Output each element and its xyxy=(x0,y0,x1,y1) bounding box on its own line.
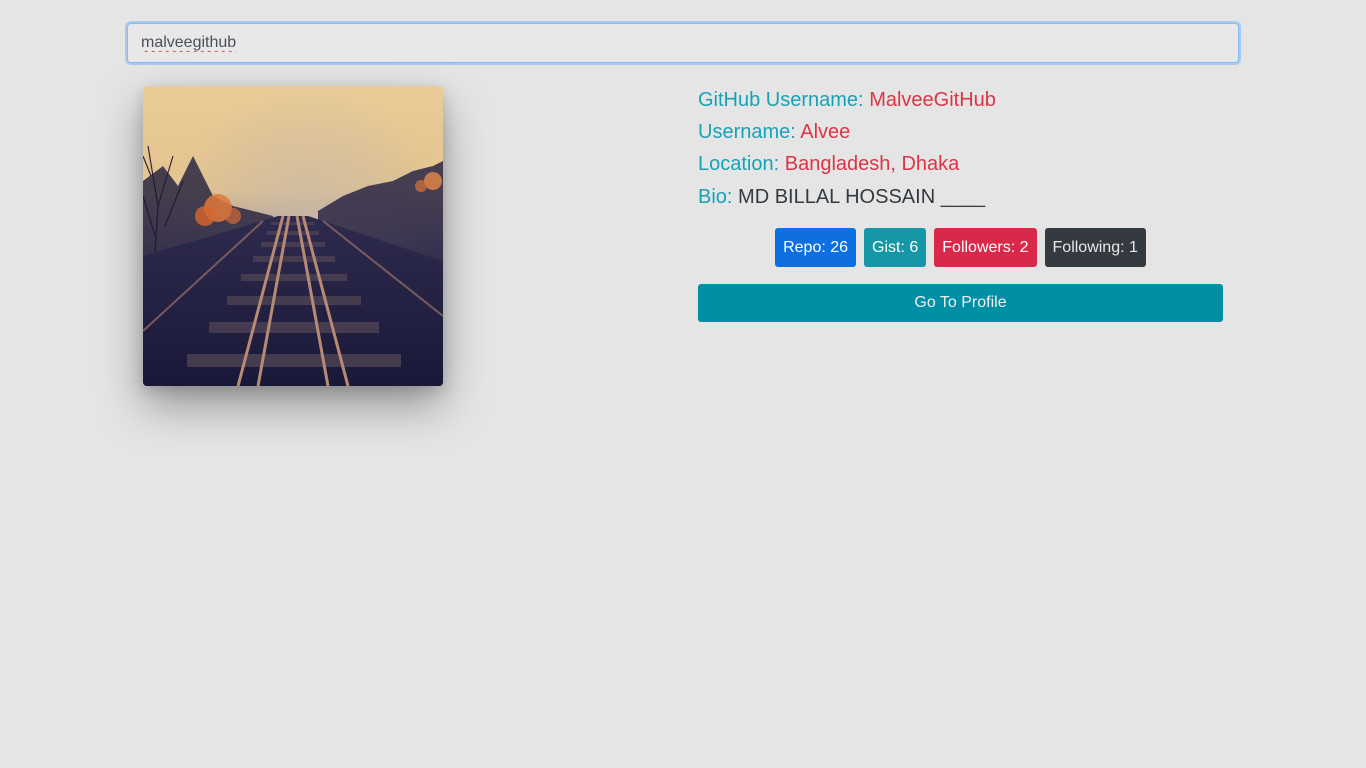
repo-badge: Repo: 26 xyxy=(775,228,857,267)
gist-badge: Gist: 6 xyxy=(864,228,927,267)
bio-row: Bio: MD BILLAL HOSSAIN ____ xyxy=(698,183,1223,211)
following-badge: Following: 1 xyxy=(1044,228,1146,267)
stats-badges: Repo: 26 Gist: 6 Followers: 2 Following:… xyxy=(698,228,1223,267)
location-value: Bangladesh, Dhaka xyxy=(784,153,960,175)
followers-badge: Followers: 2 xyxy=(934,228,1037,267)
bio-label: Bio: xyxy=(698,186,733,208)
search-bar xyxy=(127,23,1239,63)
username-label: Username: xyxy=(698,121,796,143)
github-username-label: GitHub Username: xyxy=(698,89,864,111)
avatar-image xyxy=(143,86,443,386)
bio-value: MD BILLAL HOSSAIN ____ xyxy=(738,186,986,208)
username-row: Username: Alvee xyxy=(698,116,1223,148)
github-username-value: MalveeGitHub xyxy=(869,89,996,111)
location-label: Location: xyxy=(698,153,780,175)
search-input[interactable] xyxy=(127,23,1239,63)
location-row: Location: Bangladesh, Dhaka xyxy=(698,148,1223,180)
github-username-row: GitHub Username: MalveeGitHub xyxy=(698,84,1223,116)
profile-info: GitHub Username: MalveeGitHub Username: … xyxy=(698,84,1223,322)
username-value: Alvee xyxy=(800,121,851,143)
avatar xyxy=(143,86,443,386)
go-to-profile-button[interactable]: Go To Profile xyxy=(698,284,1223,322)
